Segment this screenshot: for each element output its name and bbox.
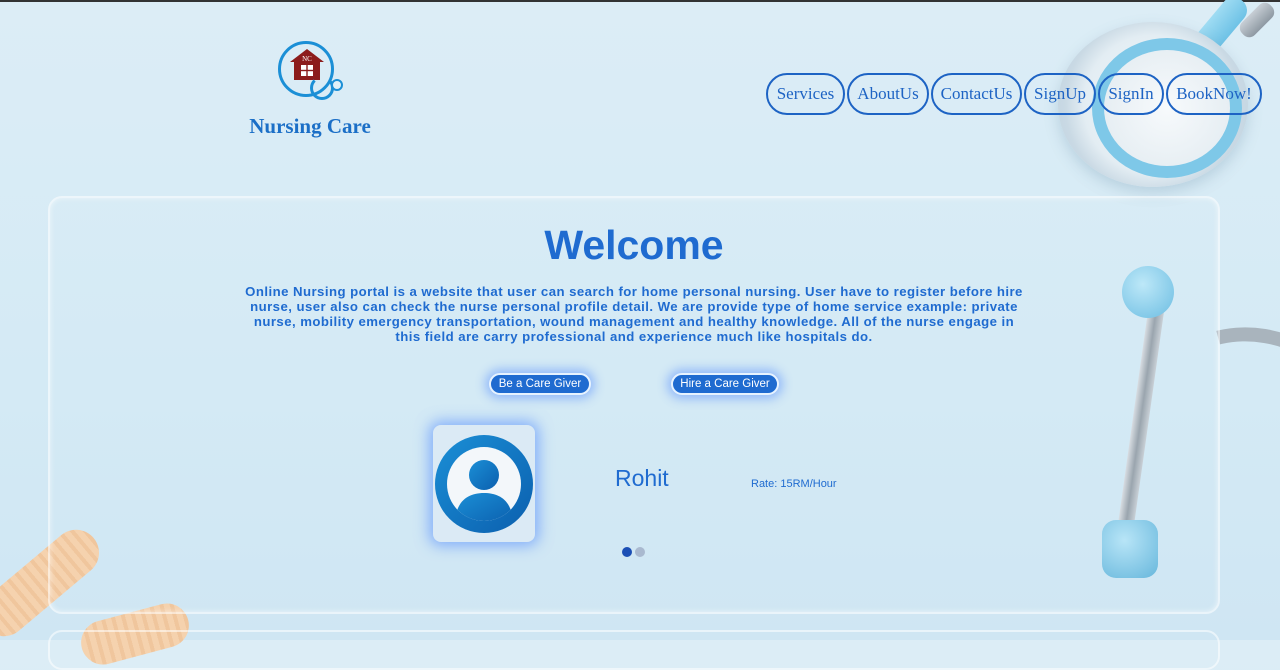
- stethoscope-tube-decoration: [1174, 0, 1252, 78]
- nav-booknow[interactable]: BookNow!: [1166, 73, 1262, 115]
- caregiver-avatar[interactable]: [433, 425, 535, 542]
- nav-signin[interactable]: SignIn: [1098, 73, 1164, 115]
- nav-signup[interactable]: SignUp: [1024, 73, 1096, 115]
- stethoscope-icon: [310, 76, 334, 100]
- hero-description: Online Nursing portal is a website that …: [245, 284, 1023, 344]
- caregiver-name: Rohit: [615, 465, 669, 491]
- carousel-dot-2[interactable]: [635, 547, 645, 557]
- caregiver-rate: Rate: 15RM/Hour: [751, 478, 837, 490]
- stethoscope-dot-icon: [331, 79, 343, 91]
- user-avatar-icon: [435, 435, 533, 533]
- brand-name: Nursing Care: [249, 114, 371, 138]
- top-border: [0, 0, 1280, 2]
- be-caregiver-button[interactable]: Be a Care Giver: [489, 373, 591, 395]
- carousel-dot-1[interactable]: [622, 547, 632, 557]
- main-nav: Services AboutUs ContactUs SignUp SignIn…: [766, 73, 1262, 115]
- nav-services[interactable]: Services: [766, 73, 845, 115]
- next-section-panel: [48, 630, 1220, 670]
- logo-initials: NC: [302, 55, 312, 63]
- brand-logo[interactable]: NC Nursing Care: [240, 38, 380, 142]
- nav-contactus[interactable]: ContactUs: [931, 73, 1022, 115]
- hire-caregiver-button[interactable]: Hire a Care Giver: [671, 373, 779, 395]
- carousel-indicators: [622, 547, 645, 557]
- nav-aboutus[interactable]: AboutUs: [847, 73, 929, 115]
- hero-title: Welcome: [544, 222, 724, 268]
- stethoscope-tube-decoration: [1236, 0, 1278, 41]
